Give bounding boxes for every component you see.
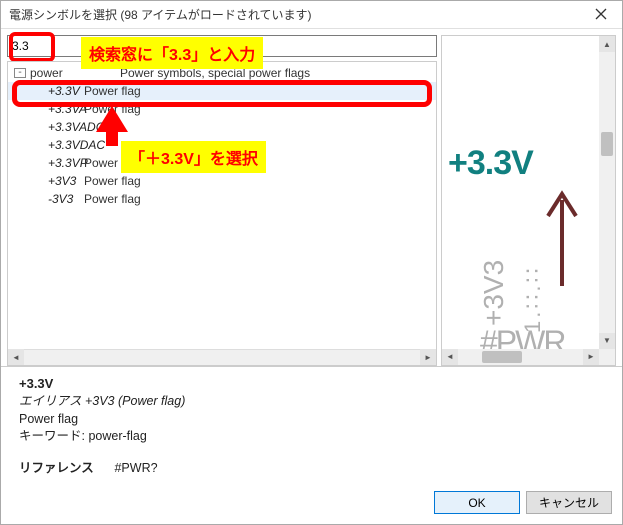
scroll-thumb[interactable]: [601, 132, 613, 156]
tree-item-1[interactable]: +3.3VA Power flag: [8, 100, 436, 118]
info-reference-value: #PWR?: [114, 461, 157, 475]
upper-region: - power Power symbols, special power fla…: [1, 29, 622, 366]
preview-arrow-icon: [542, 186, 582, 286]
preview-ghost-text: +3V3: [478, 260, 510, 326]
tree-item-5[interactable]: +3V3 Power flag: [8, 172, 436, 190]
tree-item-name: +3.3VA: [14, 102, 84, 116]
tree-item-name: +3.3V: [14, 84, 84, 98]
tree-item-6[interactable]: -3V3 Power flag: [8, 190, 436, 208]
window-title: 電源シンボルを選択 (98 アイテムがロードされています): [9, 6, 580, 23]
scroll-left-icon[interactable]: ◄: [8, 349, 24, 365]
tree-item-desc: Power flag: [84, 102, 141, 116]
preview-h-scrollbar[interactable]: ◄ ►: [442, 349, 599, 365]
tree-item-desc: Power flag: [84, 192, 141, 206]
cancel-button[interactable]: キャンセル: [526, 491, 612, 514]
preview-v-scrollbar[interactable]: ▲ ▼: [599, 36, 615, 349]
tree-item-name: +3V3: [14, 174, 84, 188]
info-reference-row: リファレンス #PWR?: [19, 460, 604, 478]
scroll-corner: [599, 349, 615, 365]
power-symbol-dialog: 電源シンボルを選択 (98 アイテムがロードされています) - power Po…: [0, 0, 623, 525]
tree-item-name: +3.3VP: [14, 156, 84, 170]
symbol-tree: - power Power symbols, special power fla…: [7, 61, 437, 366]
scroll-track[interactable]: [458, 349, 583, 365]
annotation-search-hint: 検索窓に「3.3」と入力: [81, 37, 263, 69]
info-keywords-value: power-flag: [88, 429, 146, 443]
tree-item-desc: Power flag: [84, 84, 141, 98]
scroll-right-icon[interactable]: ►: [420, 349, 436, 365]
scroll-thumb[interactable]: [482, 351, 522, 363]
tree-expander-icon[interactable]: -: [14, 68, 26, 78]
close-icon: [595, 7, 607, 23]
left-pane: - power Power symbols, special power fla…: [7, 35, 437, 366]
scroll-right-icon[interactable]: ►: [583, 349, 599, 365]
info-keywords-label: キーワード:: [19, 429, 85, 443]
preview-pane: +3.3V +3V3 1.∷.∷ #PWR ▲ ▼ ◄ ►: [441, 35, 616, 366]
tree-item-2[interactable]: +3.3VADC: [8, 118, 436, 136]
info-desc: Power flag: [19, 411, 604, 429]
info-symbol-title: +3.3V: [19, 375, 604, 393]
info-reference-label: リファレンス: [19, 460, 111, 478]
scroll-down-icon[interactable]: ▼: [599, 333, 615, 349]
tree-h-scrollbar[interactable]: ◄ ►: [8, 349, 436, 365]
titlebar: 電源シンボルを選択 (98 アイテムがロードされています): [1, 1, 622, 29]
preview-symbol-label: +3.3V: [448, 144, 533, 183]
tree-item-name: +3.3VADC: [14, 120, 84, 134]
button-bar: OK キャンセル: [1, 483, 622, 524]
scroll-up-icon[interactable]: ▲: [599, 36, 615, 52]
preview-canvas[interactable]: +3.3V +3V3 1.∷.∷ #PWR: [442, 36, 599, 349]
info-keywords: キーワード: power-flag: [19, 428, 604, 446]
symbol-tree-body[interactable]: - power Power symbols, special power fla…: [8, 62, 436, 349]
tree-item-desc: Power flag: [84, 174, 141, 188]
tree-item-0[interactable]: +3.3V Power flag: [8, 82, 436, 100]
info-panel: +3.3V エイリアス +3V3 (Power flag) Power flag…: [1, 366, 622, 483]
ok-button[interactable]: OK: [434, 491, 520, 514]
annotation-select-hint: 「＋3.3V」を選択: [121, 141, 266, 173]
preview-ghost-text2: 1.∷.∷: [520, 266, 546, 333]
preview-ghost-pwr: #PWR: [480, 324, 564, 349]
tree-item-name: -3V3: [14, 192, 84, 206]
tree-item-name: +3.3VDAC: [14, 138, 84, 152]
scroll-left-icon[interactable]: ◄: [442, 349, 458, 365]
info-alias: エイリアス +3V3 (Power flag): [19, 393, 604, 411]
scroll-track[interactable]: [599, 52, 615, 333]
close-button[interactable]: [580, 1, 622, 29]
